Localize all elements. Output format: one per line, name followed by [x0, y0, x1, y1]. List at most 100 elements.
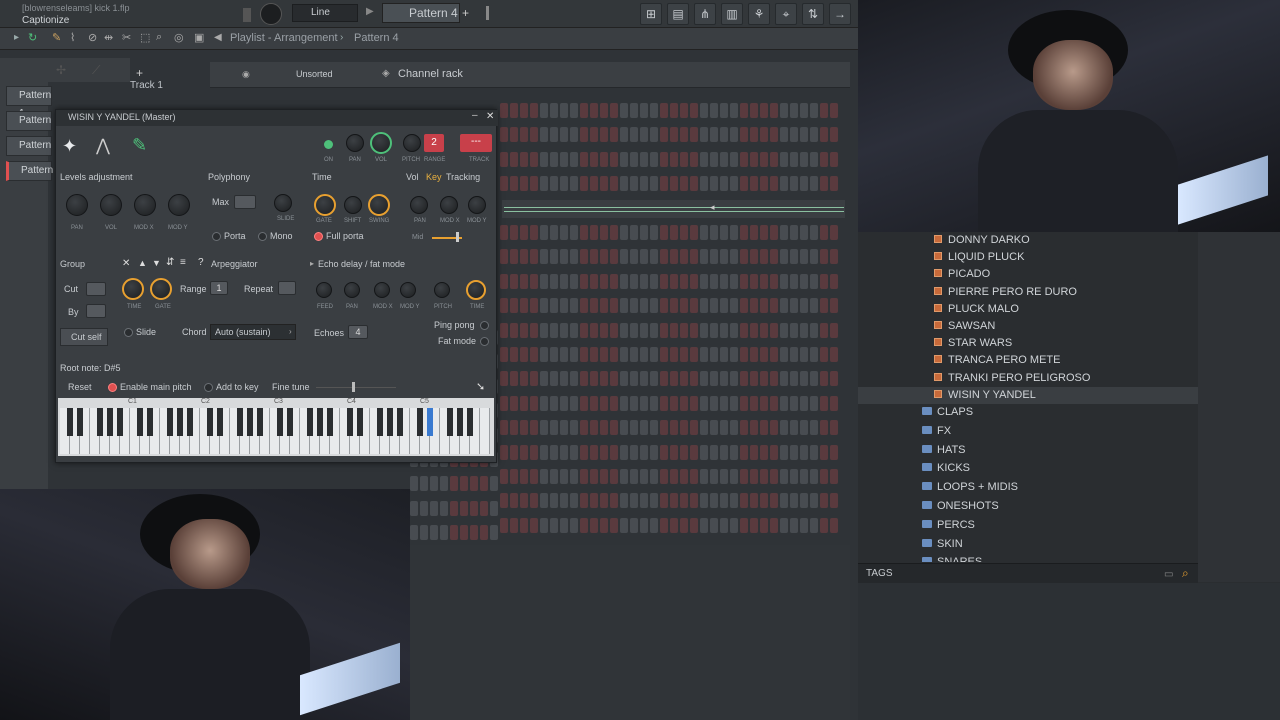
step-button[interactable]	[820, 273, 828, 289]
step-button[interactable]	[740, 420, 748, 436]
step-button[interactable]	[680, 444, 688, 460]
step-button[interactable]	[520, 395, 528, 411]
step-button[interactable]	[570, 322, 578, 338]
step-button[interactable]	[610, 298, 618, 314]
browser-folder-item[interactable]: HATS	[922, 442, 966, 459]
black-key[interactable]	[317, 408, 323, 436]
step-button[interactable]	[600, 395, 608, 411]
step-button[interactable]	[670, 469, 678, 484]
step-button[interactable]	[510, 420, 518, 436]
on-led[interactable]	[324, 140, 333, 149]
black-key[interactable]	[117, 408, 123, 436]
step-button[interactable]	[600, 517, 608, 533]
step-button[interactable]	[570, 469, 578, 484]
black-key[interactable]	[177, 408, 183, 436]
step-button[interactable]	[580, 347, 588, 362]
step-button[interactable]	[690, 347, 698, 362]
step-button[interactable]	[510, 493, 518, 509]
step-button[interactable]	[830, 395, 838, 411]
step-button[interactable]	[800, 249, 808, 265]
step-button[interactable]	[820, 347, 828, 362]
step-button[interactable]	[810, 103, 818, 118]
step-button[interactable]	[660, 322, 668, 338]
step-button[interactable]	[790, 517, 798, 533]
back-arrow-icon[interactable]: ◀	[214, 32, 222, 43]
step-button[interactable]	[530, 322, 538, 338]
step-button[interactable]	[740, 176, 748, 192]
step-button[interactable]	[620, 225, 628, 240]
porta-radio[interactable]	[212, 232, 221, 241]
step-button[interactable]	[830, 322, 838, 338]
step-button[interactable]	[660, 493, 668, 509]
black-key[interactable]	[187, 408, 193, 436]
black-key[interactable]	[327, 408, 333, 436]
browser-folder-item[interactable]: KICKS	[922, 460, 970, 477]
step-button[interactable]	[510, 298, 518, 314]
step-button[interactable]	[650, 469, 658, 484]
step-button[interactable]	[560, 444, 568, 460]
step-button[interactable]	[570, 176, 578, 192]
browser-folder-item[interactable]: PERCS	[922, 517, 975, 534]
browser-folder-item[interactable]: LOOPS + MIDIS	[922, 479, 1018, 496]
step-button[interactable]	[500, 225, 508, 240]
add-track-button[interactable]: +	[136, 66, 143, 80]
step-button[interactable]	[740, 103, 748, 118]
step-button[interactable]	[670, 444, 678, 460]
step-button[interactable]	[420, 500, 428, 516]
step-button[interactable]	[730, 322, 738, 338]
step-button[interactable]	[640, 322, 648, 338]
step-button[interactable]	[510, 444, 518, 460]
step-button[interactable]	[730, 395, 738, 411]
step-button[interactable]	[430, 525, 438, 541]
step-button[interactable]	[610, 420, 618, 436]
select-icon[interactable]: ⬚	[140, 31, 150, 44]
slice-icon[interactable]: ✂	[122, 31, 131, 44]
step-button[interactable]	[530, 444, 538, 460]
step-button[interactable]	[690, 249, 698, 265]
close-icon[interactable]: ✕	[486, 111, 494, 122]
step-button[interactable]	[660, 127, 668, 143]
step-button[interactable]	[620, 469, 628, 484]
step-button[interactable]	[640, 444, 648, 460]
step-button[interactable]	[800, 298, 808, 314]
step-button[interactable]	[520, 469, 528, 484]
step-button[interactable]	[820, 298, 828, 314]
step-button[interactable]	[720, 347, 728, 362]
step-button[interactable]	[570, 249, 578, 265]
step-button[interactable]	[750, 469, 758, 484]
step-button[interactable]	[770, 225, 778, 240]
step-button[interactable]	[730, 469, 738, 484]
step-button[interactable]	[800, 444, 808, 460]
step-button[interactable]	[720, 395, 728, 411]
step-button[interactable]	[530, 469, 538, 484]
step-button[interactable]	[830, 420, 838, 436]
step-button[interactable]	[500, 444, 508, 460]
step-button[interactable]	[570, 371, 578, 387]
step-button[interactable]	[780, 273, 788, 289]
black-key[interactable]	[257, 408, 263, 436]
mute-icon[interactable]: ⊘	[88, 31, 97, 44]
step-button[interactable]	[750, 322, 758, 338]
step-button[interactable]	[600, 493, 608, 509]
step-button[interactable]	[640, 273, 648, 289]
step-button[interactable]	[500, 469, 508, 484]
step-button[interactable]	[810, 127, 818, 143]
step-button[interactable]	[450, 525, 458, 541]
step-button[interactable]	[680, 469, 688, 484]
step-button[interactable]	[510, 176, 518, 192]
step-button[interactable]	[550, 469, 558, 484]
step-button[interactable]	[700, 103, 708, 118]
step-button[interactable]	[760, 444, 768, 460]
step-button[interactable]	[720, 444, 728, 460]
plugin-picker-button[interactable]: ⚘	[748, 3, 770, 25]
step-button[interactable]	[630, 444, 638, 460]
step-button[interactable]	[600, 103, 608, 118]
step-button[interactable]	[710, 469, 718, 484]
echo-pan-knob[interactable]	[344, 282, 360, 298]
full-porta-radio[interactable]	[314, 232, 323, 241]
step-button[interactable]	[640, 347, 648, 362]
step-button[interactable]	[540, 420, 548, 436]
add-to-key-radio[interactable]	[204, 383, 213, 392]
step-button[interactable]	[650, 444, 658, 460]
browser-folder-item[interactable]: ONESHOTS	[922, 498, 999, 515]
